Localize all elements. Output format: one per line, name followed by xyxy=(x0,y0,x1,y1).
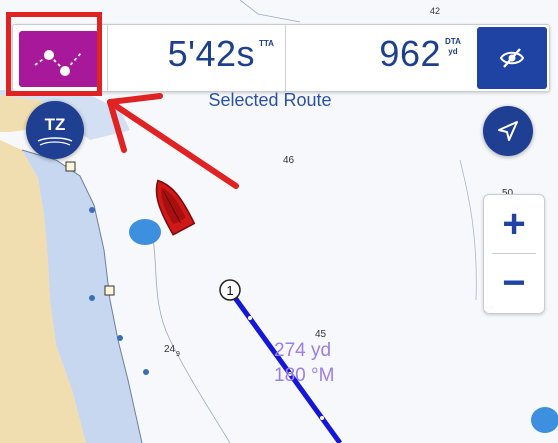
depth-sounding: 42 xyxy=(430,6,440,16)
buoy-marker xyxy=(129,219,161,245)
zoom-control: + − xyxy=(483,194,545,314)
highlight-box xyxy=(6,12,102,96)
coast-dot xyxy=(117,335,123,341)
selected-route-label: Selected Route xyxy=(208,90,332,110)
depth-sounding: 45 xyxy=(315,329,327,340)
depth-sounding: 24 xyxy=(164,344,176,355)
zoom-in-button[interactable]: + xyxy=(484,195,544,253)
waypoint-number: 1 xyxy=(226,283,233,298)
route-point xyxy=(248,316,252,320)
route-point xyxy=(320,416,324,420)
depth-sounding: 9 xyxy=(176,351,180,358)
coast-dot xyxy=(143,369,149,375)
dta-unit: yd xyxy=(448,47,458,56)
navigation-arrow-icon xyxy=(498,121,518,141)
coast-dot xyxy=(89,207,95,213)
tta-value: 5'42s xyxy=(167,33,255,74)
route-bearing-label: 180 °M xyxy=(274,365,334,386)
divider xyxy=(107,25,108,91)
divider xyxy=(285,25,286,91)
route-distance-label: 274 yd xyxy=(274,340,331,361)
dta-label: DTA yd xyxy=(445,37,461,57)
locate-button[interactable] xyxy=(483,106,533,156)
beacon-marker xyxy=(104,285,115,296)
zoom-out-button[interactable]: − xyxy=(484,254,544,312)
coast-dot xyxy=(89,295,95,301)
beacon-marker xyxy=(65,161,76,172)
eye-off-icon xyxy=(499,48,525,68)
waypoint-marker[interactable]: 1 xyxy=(219,279,241,301)
visibility-toggle-button[interactable] xyxy=(477,27,547,89)
tz-waves-icon xyxy=(37,137,73,146)
depth-sounding: 46 xyxy=(283,155,295,166)
tta-label: TTA xyxy=(259,39,274,48)
buoy-marker xyxy=(531,407,558,433)
tz-button[interactable]: TZ xyxy=(26,101,84,159)
dta-value: 962 xyxy=(379,33,441,74)
dta-label-text: DTA xyxy=(445,37,461,46)
